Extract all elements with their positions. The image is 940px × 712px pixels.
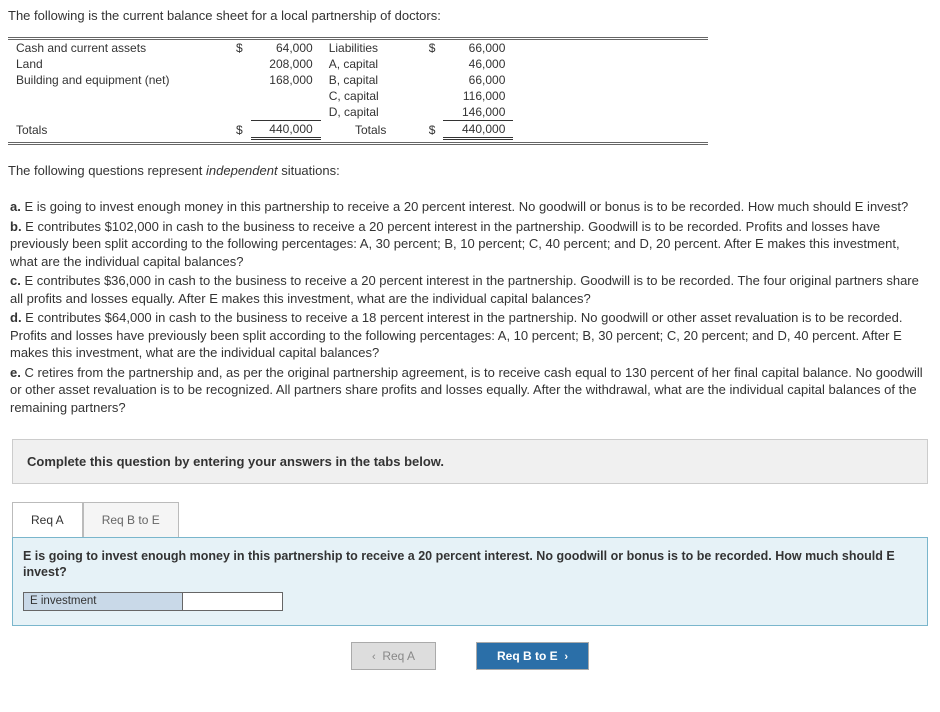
question-d: d. E contributes $64,000 in cash to the … — [10, 309, 926, 362]
e-investment-input[interactable] — [183, 592, 283, 611]
answer-instruction-box: Complete this question by entering your … — [12, 439, 928, 484]
question-b: b. E contributes $102,000 in cash to the… — [10, 218, 926, 271]
question-e: e. C retires from the partnership and, a… — [10, 364, 926, 417]
input-row: E investment — [23, 592, 917, 611]
prev-button[interactable]: ‹ Req A — [351, 642, 436, 670]
totals-label: Totals — [321, 121, 421, 139]
chevron-right-icon: › — [564, 651, 568, 663]
amount: 208,000 — [251, 56, 321, 72]
total-amount: 440,000 — [251, 121, 321, 139]
question-text: E contributes $36,000 in cash to the bus… — [10, 273, 919, 306]
currency: $ — [421, 121, 444, 139]
table-row: C, capital 116,000 — [8, 88, 708, 104]
totals-row: Totals $ 440,000 Totals $ 440,000 — [8, 121, 708, 139]
question-text: E contributes $102,000 in cash to the bu… — [10, 219, 900, 269]
table-row: Building and equipment (net) 168,000 B, … — [8, 72, 708, 88]
question-text: E is going to invest enough money in thi… — [24, 199, 908, 214]
tab-row: Req A Req B to E — [12, 502, 928, 537]
intro-text: The following is the current balance she… — [8, 8, 932, 23]
amount: 64,000 — [251, 40, 321, 57]
table-row: Cash and current assets $ 64,000 Liabili… — [8, 40, 708, 57]
amount: 116,000 — [443, 88, 513, 104]
currency — [228, 56, 251, 72]
amount: 66,000 — [443, 40, 513, 57]
section-italic: independent — [206, 163, 278, 178]
asset-label: Cash and current assets — [8, 40, 228, 57]
amount: 146,000 — [443, 104, 513, 121]
question-text: C retires from the partnership and, as p… — [10, 365, 923, 415]
amount: 46,000 — [443, 56, 513, 72]
currency: $ — [228, 40, 251, 57]
asset-label: Land — [8, 56, 228, 72]
question-a: a. E is going to invest enough money in … — [10, 198, 926, 216]
amount: 168,000 — [251, 72, 321, 88]
tab-req-b-to-e[interactable]: Req B to E — [83, 502, 179, 537]
next-button[interactable]: Req B to E › — [476, 642, 589, 670]
table-row: Land 208,000 A, capital 46,000 — [8, 56, 708, 72]
totals-label: Totals — [8, 121, 228, 139]
table-row: D, capital 146,000 — [8, 104, 708, 121]
asset-label: Building and equipment (net) — [8, 72, 228, 88]
question-text: E contributes $64,000 in cash to the bus… — [10, 310, 902, 360]
capital-label: C, capital — [321, 88, 421, 104]
tab-req-a[interactable]: Req A — [12, 502, 83, 537]
currency: $ — [228, 121, 251, 139]
chevron-left-icon: ‹ — [372, 651, 376, 663]
section-pre: The following questions represent — [8, 163, 206, 178]
amount: 66,000 — [443, 72, 513, 88]
question-c: c. E contributes $36,000 in cash to the … — [10, 272, 926, 307]
section-post: situations: — [278, 163, 340, 178]
questions-list: a. E is going to invest enough money in … — [10, 198, 926, 417]
currency: $ — [421, 40, 444, 57]
panel-question-text: E is going to invest enough money in thi… — [23, 548, 917, 581]
currency — [228, 72, 251, 88]
next-label: Req B to E — [497, 649, 558, 663]
nav-buttons: ‹ Req A Req B to E › — [8, 638, 932, 678]
section-text: The following questions represent indepe… — [8, 163, 932, 178]
total-amount: 440,000 — [443, 121, 513, 139]
prev-label: Req A — [382, 649, 415, 663]
tab-panel-req-a: E is going to invest enough money in thi… — [12, 537, 928, 627]
balance-sheet-table: Cash and current assets $ 64,000 Liabili… — [8, 37, 708, 145]
capital-label: D, capital — [321, 104, 421, 121]
answer-instruction-text: Complete this question by entering your … — [27, 454, 913, 469]
capital-label: A, capital — [321, 56, 421, 72]
liability-label: Liabilities — [321, 40, 421, 57]
input-label-e-investment: E investment — [23, 592, 183, 611]
capital-label: B, capital — [321, 72, 421, 88]
